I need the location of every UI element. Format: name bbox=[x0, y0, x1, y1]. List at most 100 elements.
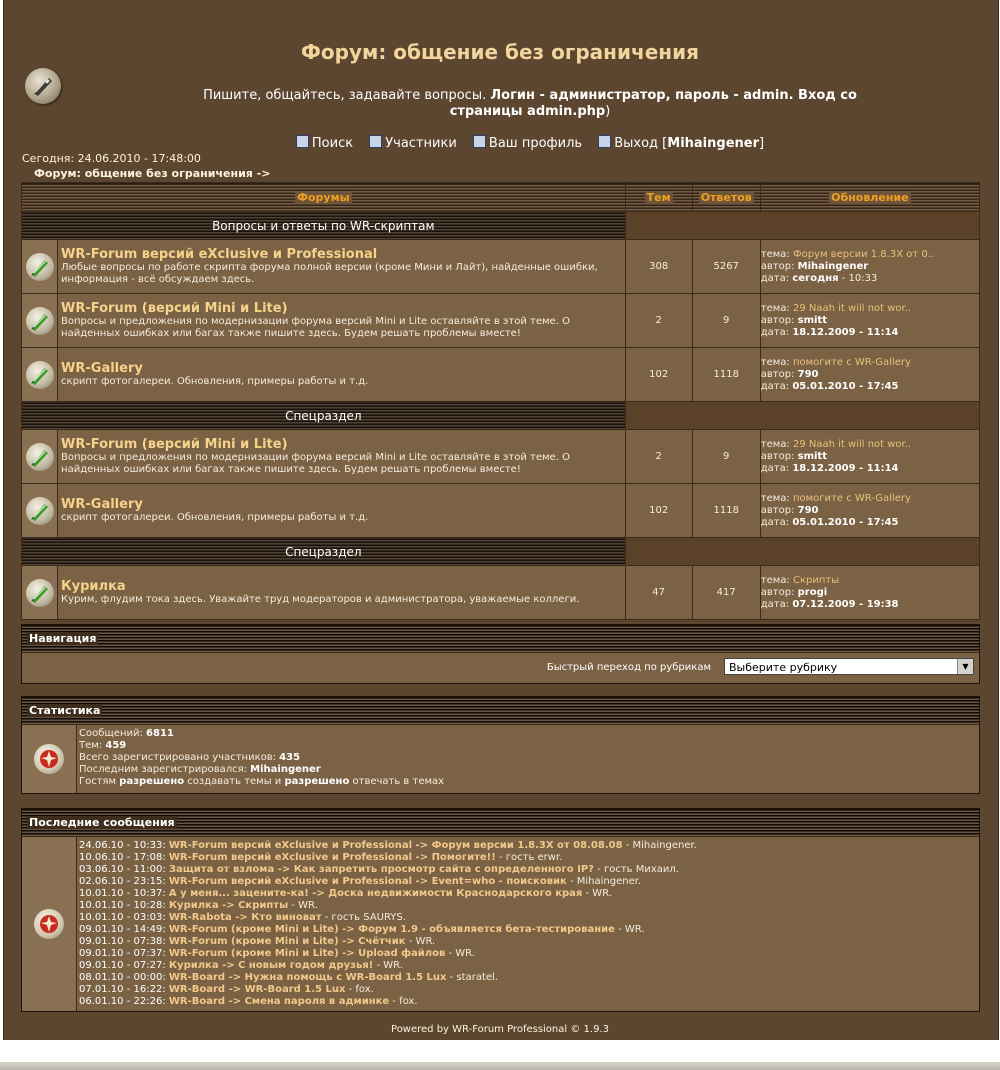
recent-message-link[interactable]: WR-Board -> WR-Board 1.5 Lux bbox=[169, 984, 346, 995]
last-author[interactable]: smitt bbox=[798, 315, 827, 326]
last-topic-link[interactable]: 29 Naah it will not wor.. bbox=[793, 303, 911, 314]
forum-title-link[interactable]: WR-Gallery bbox=[61, 361, 622, 376]
recent-message-author: - WR. bbox=[582, 888, 612, 899]
recent-message-link[interactable]: WR-Board -> Смена пароля в админке bbox=[169, 996, 389, 1007]
forum-row: WR-Forum (версий Mini и Lite) Вопросы и п… bbox=[20, 429, 981, 484]
last-topic-link[interactable]: Форум версии 1.8.3X от 0.. bbox=[793, 249, 934, 260]
forum-description: скрипт фотогалереи. Обновления, примеры … bbox=[61, 512, 369, 523]
forum-row: Курилка Курим, флудим тока здесь. Уважайт… bbox=[20, 565, 981, 620]
recent-message-item: 03.06.10 - 11:00: Защита от взлома -> Ка… bbox=[79, 864, 977, 876]
category-title[interactable]: Вопросы и ответы по WR-скриптам bbox=[21, 211, 626, 240]
recent-message-time: 24.06.10 - 10:33: bbox=[79, 840, 166, 851]
forum-pen-icon bbox=[25, 496, 54, 525]
recent-message-item: 02.06.10 - 23:15: WR-Forum версий eXclus… bbox=[79, 876, 977, 888]
recent-message-time: 10.01.10 - 10:28: bbox=[79, 900, 166, 911]
last-author-label: автор: bbox=[760, 586, 795, 598]
recent-message-link[interactable]: Курилка -> С новым годом друзья! bbox=[169, 960, 373, 971]
forum-title-link[interactable]: WR-Forum (версий Mini и Lite) bbox=[61, 301, 622, 316]
last-date: 05.01.2010 - 17:45 bbox=[792, 380, 899, 392]
col-topics: Тем bbox=[624, 182, 693, 212]
recent-message-author: - Mihaingener. bbox=[566, 876, 642, 887]
last-author[interactable]: 790 bbox=[798, 369, 819, 380]
recent-message-link[interactable]: Защита от взлома -> Как запретить просмо… bbox=[169, 864, 594, 875]
last-topic-label: тема: bbox=[760, 302, 790, 314]
last-author[interactable]: progi bbox=[798, 587, 828, 598]
last-time: - 10:33 bbox=[838, 272, 878, 284]
forum-topic-count: 2 bbox=[624, 293, 693, 348]
category-filler bbox=[624, 401, 981, 430]
recent-messages-panel: Последние сообщения 24.06.10 - 10:33: WR… bbox=[21, 808, 980, 1012]
profile-icon bbox=[472, 135, 486, 148]
forum-pen-icon bbox=[25, 306, 54, 335]
last-topic-link[interactable]: 29 Naah it will not wor.. bbox=[793, 439, 911, 450]
last-topic-label: тема: bbox=[760, 492, 790, 504]
category-title[interactable]: Спецраздел bbox=[21, 537, 626, 566]
current-username: Mihaingener bbox=[667, 136, 760, 151]
statistics-header: Статистика bbox=[22, 697, 979, 725]
forum-pen-icon bbox=[25, 252, 54, 281]
recent-message-item: 09.01.10 - 14:49: WR-Forum (кроме Mini и… bbox=[79, 924, 977, 936]
recent-message-link[interactable]: Курилка -> Скрипты bbox=[169, 900, 288, 911]
recent-message-time: 10.01.10 - 10:37: bbox=[79, 888, 166, 899]
search-link[interactable]: Поиск bbox=[295, 135, 353, 151]
category-title[interactable]: Спецраздел bbox=[21, 401, 626, 430]
forum-topic-count: 102 bbox=[624, 483, 693, 538]
forum-reply-count: 9 bbox=[691, 293, 761, 348]
last-author[interactable]: Mihaingener bbox=[798, 261, 869, 272]
members-icon bbox=[369, 135, 383, 148]
recent-messages-header: Последние сообщения bbox=[22, 809, 979, 837]
recent-message-author: - staratel. bbox=[446, 972, 498, 983]
last-author-label: автор: bbox=[760, 314, 795, 326]
forum-description: Вопросы и предложения по модернизации фо… bbox=[61, 316, 570, 339]
recent-message-time: 09.01.10 - 07:38: bbox=[79, 936, 166, 947]
last-author-label: автор: bbox=[760, 504, 795, 516]
forum-row: WR-Gallery скрипт фотогалереи. Обновления… bbox=[20, 483, 981, 538]
forum-description: Любые вопросы по работе скрипта форума п… bbox=[61, 262, 598, 285]
recent-message-link[interactable]: WR-Board -> Нужна помощь с WR-Board 1.5 … bbox=[169, 972, 447, 983]
recent-message-author: - fox. bbox=[389, 996, 418, 1007]
profile-link[interactable]: Ваш профиль bbox=[472, 135, 582, 151]
col-replies: Ответов bbox=[691, 182, 761, 212]
recent-message-item: 10.01.10 - 10:28: Курилка -> Скрипты - W… bbox=[79, 900, 977, 912]
forum-title-link[interactable]: Курилка bbox=[61, 579, 622, 594]
recent-message-author: - гость SAURYS. bbox=[321, 912, 406, 923]
recent-message-link[interactable]: А у меня... зацените-ка! -> Доска недвиж… bbox=[169, 888, 582, 899]
recent-message-link[interactable]: WR-Rabota -> Кто виноват bbox=[169, 912, 322, 923]
last-author[interactable]: 790 bbox=[798, 505, 819, 516]
recent-message-link[interactable]: WR-Forum (кроме Mini и Lite) -> Счётчик bbox=[169, 936, 406, 947]
last-date: 05.01.2010 - 17:45 bbox=[792, 516, 899, 528]
last-topic-label: тема: bbox=[760, 248, 790, 260]
chevron-down-icon[interactable]: ▼ bbox=[957, 659, 973, 674]
recent-emblem-icon bbox=[34, 909, 64, 939]
recent-message-time: 09.01.10 - 07:37: bbox=[79, 948, 166, 959]
category-select[interactable]: Выберите рубрику ▼ bbox=[724, 658, 974, 675]
forum-row: WR-Forum (версий Mini и Lite) Вопросы и п… bbox=[20, 293, 981, 348]
last-topic-label: тема: bbox=[760, 574, 790, 586]
breadcrumb[interactable]: Форум: общение без ограничения -> bbox=[34, 167, 270, 180]
logout-link[interactable]: Выход [Mihaingener] bbox=[598, 135, 764, 151]
forum-title-link[interactable]: WR-Gallery bbox=[61, 497, 622, 512]
recent-message-time: 09.01.10 - 07:27: bbox=[79, 960, 166, 971]
last-topic-label: тема: bbox=[760, 356, 790, 368]
navigation-header: Навигация bbox=[22, 625, 979, 653]
forum-reply-count: 5267 bbox=[691, 239, 761, 294]
site-description: Пишите, общайтесь, задавайте вопросы. Ло… bbox=[203, 88, 857, 119]
last-topic-link[interactable]: помогите с WR-Gallery bbox=[793, 493, 911, 504]
forum-title-link[interactable]: WR-Forum версий eXclusive и Professional bbox=[61, 247, 622, 262]
recent-message-item: 07.01.10 - 16:22: WR-Board -> WR-Board 1… bbox=[79, 984, 977, 996]
col-updated: Обновление bbox=[759, 182, 981, 212]
forum-pen-icon bbox=[25, 578, 54, 607]
recent-message-link[interactable]: WR-Forum версий eXclusive и Professional… bbox=[169, 840, 623, 851]
category-filler bbox=[624, 211, 981, 240]
recent-message-link[interactable]: WR-Forum (кроме Mini и Lite) -> Форум 1.… bbox=[169, 924, 615, 935]
forum-title-link[interactable]: WR-Forum (версий Mini и Lite) bbox=[61, 437, 622, 452]
last-topic-link[interactable]: помогите с WR-Gallery bbox=[793, 357, 911, 368]
recent-message-item: 09.01.10 - 07:27: Курилка -> С новым год… bbox=[79, 960, 977, 972]
recent-message-link[interactable]: WR-Forum версий eXclusive и Professional… bbox=[169, 876, 567, 887]
recent-message-link[interactable]: WR-Forum версий eXclusive и Professional… bbox=[169, 852, 496, 863]
forum-topic-count: 102 bbox=[624, 347, 693, 402]
last-author[interactable]: smitt bbox=[798, 451, 827, 462]
members-link[interactable]: Участники bbox=[369, 135, 457, 151]
last-topic-link[interactable]: Скрипты bbox=[793, 575, 839, 586]
recent-message-link[interactable]: WR-Forum (кроме Mini и Lite) -> Upload ф… bbox=[169, 948, 445, 959]
